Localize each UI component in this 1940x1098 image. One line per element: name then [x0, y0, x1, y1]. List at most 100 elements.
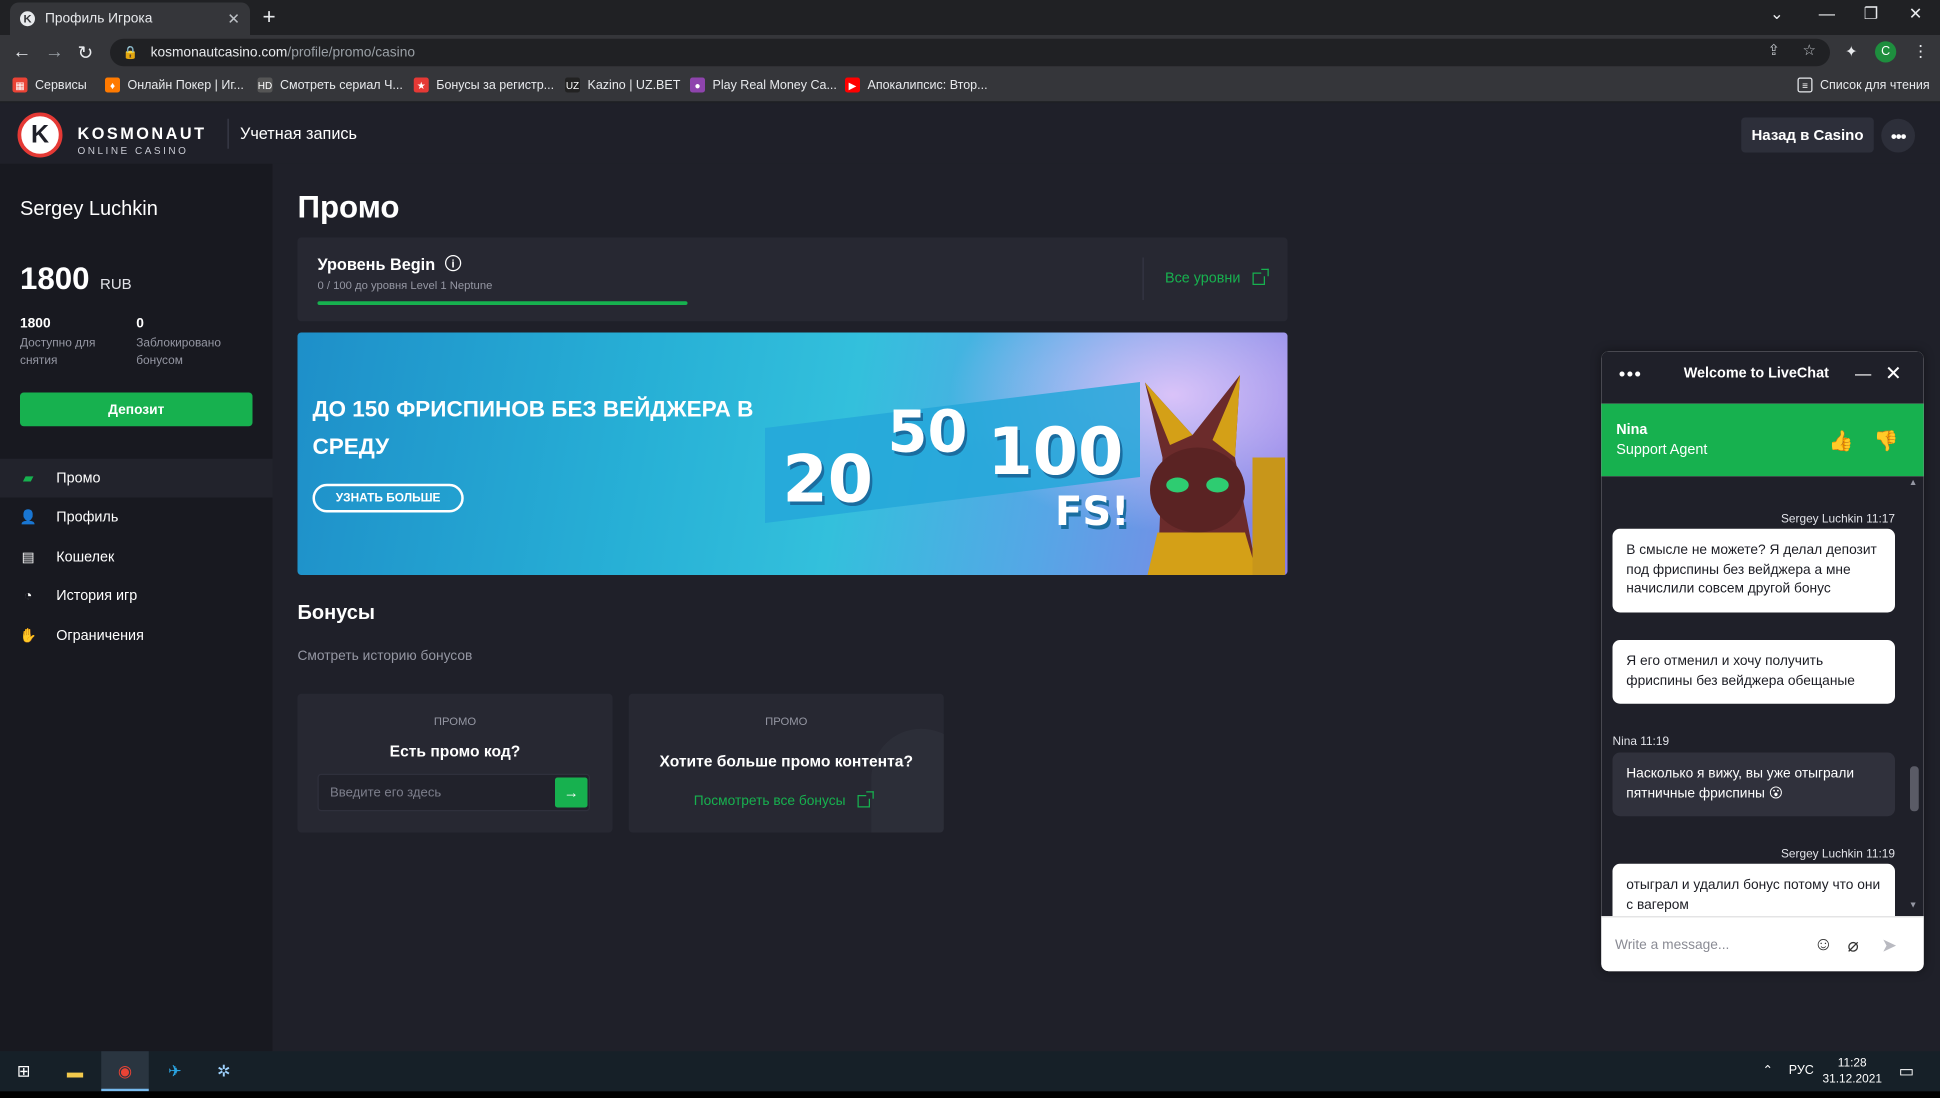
message-meta: Sergey Luchkin 11:19	[1780, 847, 1895, 862]
browser-menu-icon[interactable]: ⋮	[1913, 41, 1929, 61]
all-levels-link[interactable]: Все уровни	[1165, 268, 1270, 286]
bookmark-item[interactable]: ▶ Апокалипсис: Втор...	[845, 77, 988, 93]
external-link-icon	[1252, 268, 1270, 285]
thumbs-up-icon[interactable]: 👍	[1829, 429, 1854, 454]
minimize-window-button[interactable]: —	[1819, 4, 1835, 23]
sidebar-item-promo[interactable]: ▰ Промо	[0, 458, 273, 498]
bookmark-item[interactable]: ▦ Сервисы	[12, 77, 87, 93]
info-icon[interactable]: i	[445, 255, 462, 272]
astronaut-silhouette	[871, 728, 944, 833]
tab-close-icon[interactable]: ✕	[227, 10, 240, 28]
thumbs-down-icon[interactable]: 👎	[1874, 429, 1899, 454]
kosmonaut-logo-icon[interactable]: K	[17, 112, 63, 158]
telegram-icon[interactable]: ✈	[163, 1059, 188, 1084]
language-indicator[interactable]: РУС	[1789, 1064, 1814, 1078]
bookmark-item[interactable]: UZ Kazino | UZ.BET	[565, 77, 680, 93]
bonus-history-link[interactable]: Смотреть историю бонусов	[298, 649, 473, 664]
locked-amount: 0	[136, 316, 144, 332]
chat-title: Welcome to LiveChat	[1683, 366, 1829, 382]
chrome-icon[interactable]: ◉	[113, 1059, 138, 1084]
more-promo-card: ПРОМО Хотите больше промо контента? Посм…	[628, 693, 944, 833]
reading-list-button[interactable]: ≡ Список для чтения	[1797, 77, 1930, 93]
minimize-icon[interactable]: —	[1855, 364, 1871, 383]
agent-role: Support Agent	[1616, 442, 1708, 458]
bookmark-label: Апокалипсис: Втор...	[867, 78, 988, 92]
level-divider	[1142, 257, 1144, 300]
casino-icon: ●	[690, 77, 705, 93]
sidebar-item-profile[interactable]: 👤 Профиль	[0, 498, 273, 537]
scroll-down-icon[interactable]: ▼	[1909, 901, 1918, 910]
wallet-icon: ▤	[21, 550, 35, 565]
forward-arrow-icon[interactable]: →	[45, 41, 64, 62]
more-options-icon[interactable]: •••	[1881, 118, 1915, 153]
submit-arrow-icon[interactable]: →	[555, 777, 588, 808]
external-link-icon	[857, 791, 875, 808]
poker-icon: ♦	[105, 77, 120, 93]
sidebar-item-game-history[interactable]: ◔ История игр	[0, 576, 273, 615]
level-progress-text: 0 / 100 до уровня Level 1 Neptune	[317, 278, 493, 292]
close-icon[interactable]: ✕	[1885, 361, 1902, 386]
address-bar[interactable]: 🔒 kosmonautcasino.com/profile/promo/casi…	[110, 38, 1830, 67]
send-icon[interactable]: ➤	[1881, 934, 1897, 956]
emoji-icon[interactable]: ☺	[1814, 934, 1833, 955]
learn-more-button[interactable]: УЗНАТЬ БОЛЬШЕ	[312, 483, 464, 513]
egyptian-cat-illustration	[1145, 375, 1285, 575]
back-arrow-icon[interactable]: ←	[13, 41, 32, 62]
bookmark-star-icon[interactable]: ☆	[1803, 41, 1816, 59]
tab-search-icon[interactable]: ⌄	[1770, 4, 1784, 24]
notifications-icon[interactable]: ▭	[1899, 1061, 1914, 1081]
chat-menu-icon[interactable]: •••	[1619, 364, 1642, 385]
browser-tab[interactable]: K Профиль Игрока ✕	[10, 2, 250, 35]
promo-banner[interactable]: ДО 150 ФРИСПИНОВ БЕЗ ВЕЙДЖЕРА В СРЕДУ УЗ…	[297, 332, 1288, 575]
message-input[interactable]: Write a message...	[1615, 938, 1729, 953]
close-window-button[interactable]: ✕	[1909, 4, 1923, 24]
file-explorer-icon[interactable]: ▬	[63, 1059, 88, 1084]
share-icon[interactable]: ⇪	[1768, 41, 1781, 59]
scroll-up-icon[interactable]: ▲	[1909, 479, 1918, 488]
sidebar-item-limits[interactable]: ✋ Ограничения	[0, 616, 273, 655]
sidebar-item-label: Промо	[56, 470, 101, 486]
system-clock[interactable]: 11:28 31.12.2021	[1823, 1055, 1882, 1088]
sidebar-item-wallet[interactable]: ▤ Кошелек	[0, 538, 273, 577]
bookmark-item[interactable]: ★ Бонусы за регистр...	[413, 77, 555, 93]
restore-window-button[interactable]: ❐	[1864, 4, 1879, 24]
deposit-button[interactable]: Депозит	[20, 392, 253, 427]
bookmark-item[interactable]: HD Смотреть сериал Ч...	[257, 77, 403, 93]
agent-name: Nina	[1616, 422, 1648, 438]
promo-code-input[interactable]: Введите его здесь	[317, 773, 590, 812]
bookmark-label: Бонусы за регистр...	[436, 78, 555, 92]
windows-start-icon[interactable]: ⊞	[11, 1059, 36, 1084]
banner-headline: ДО 150 ФРИСПИНОВ БЕЗ ВЕЙДЖЕРА В СРЕДУ	[312, 396, 754, 459]
tray-chevron-icon[interactable]: ⌃	[1763, 1064, 1773, 1078]
bookmark-item[interactable]: ● Play Real Money Ca...	[690, 77, 837, 93]
level-progress-bar	[317, 301, 688, 305]
clock-icon: ◔	[23, 588, 33, 604]
browser-tab-strip: K Профиль Игрока ✕ + ⌄ — ❐ ✕	[0, 0, 1940, 35]
card-label: ПРОМО	[433, 715, 477, 728]
see-all-bonuses-link[interactable]: Посмотреть все бонусы	[694, 791, 875, 809]
attachment-icon[interactable]: ⌀	[1848, 934, 1859, 956]
reload-icon[interactable]: ↻	[78, 41, 94, 64]
chat-header: ••• Welcome to LiveChat — ✕	[1601, 351, 1924, 404]
scrollbar-thumb[interactable]	[1910, 766, 1919, 812]
extensions-puzzle-icon[interactable]: ✦	[1845, 43, 1858, 61]
profile-avatar[interactable]: C	[1875, 41, 1897, 63]
bookmark-label: Play Real Money Ca...	[712, 78, 837, 92]
back-to-casino-button[interactable]: Назад в Casino	[1741, 117, 1874, 153]
message-meta: Sergey Luchkin 11:17	[1780, 512, 1895, 527]
card-label: ПРОМО	[765, 715, 808, 728]
new-tab-button[interactable]: +	[263, 4, 276, 30]
agent-bar: Nina Support Agent 👍 👎	[1601, 403, 1924, 477]
bookmark-item[interactable]: ♦ Онлайн Покер | Иг...	[105, 77, 244, 93]
bonuses-title: Бонусы	[297, 602, 376, 624]
chat-scrollbar[interactable]: ▲ ▼	[1905, 476, 1924, 917]
app-icon[interactable]: ✲	[211, 1059, 236, 1084]
clock-time: 11:28	[1837, 1056, 1867, 1070]
tab-title: Профиль Игрока	[45, 11, 153, 27]
banner-number: 50	[887, 397, 968, 466]
reading-list-label: Список для чтения	[1820, 78, 1930, 92]
hand-icon: ✋	[19, 628, 37, 644]
url-host: kosmonautcasino.com	[150, 45, 288, 60]
available-amount: 1800	[20, 316, 51, 332]
user-name: Sergey Luchkin	[20, 198, 158, 220]
